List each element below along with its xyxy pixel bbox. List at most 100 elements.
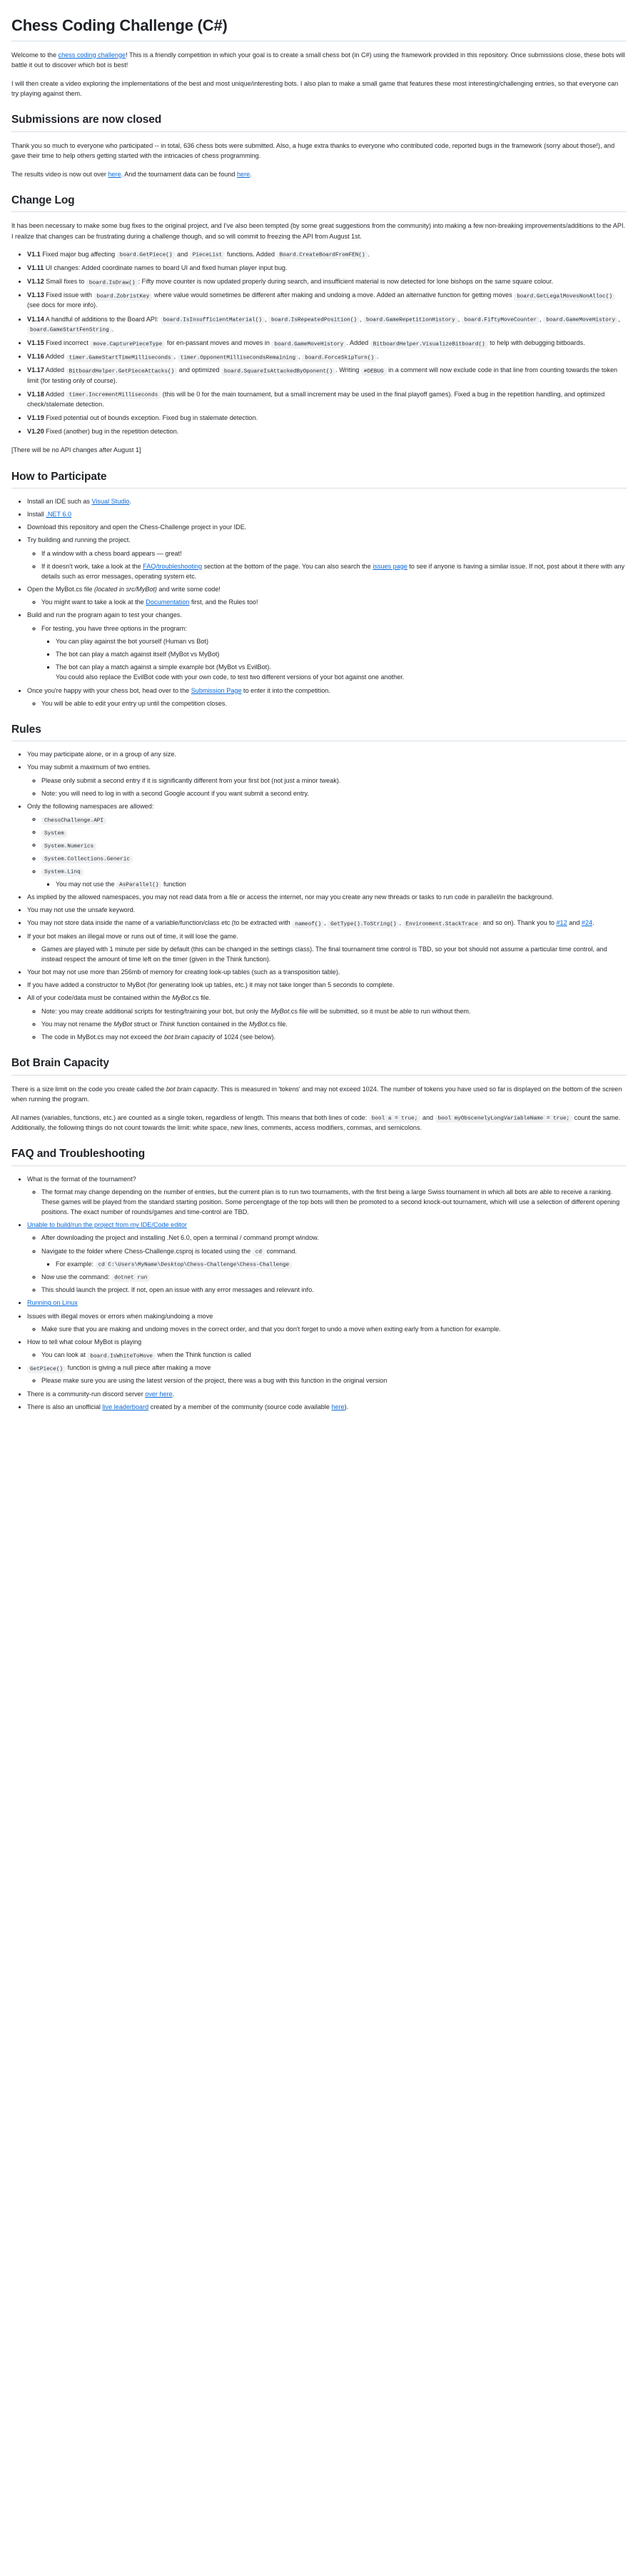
- brain-paragraph-1: There is a size limit on the code you cr…: [11, 1084, 627, 1104]
- inline-link[interactable]: over here: [145, 1390, 172, 1398]
- changelog-footer: [There will be no API changes after Augu…: [11, 446, 141, 454]
- inline-text: There is also an unofficial: [27, 1403, 103, 1410]
- inline-text: You may participate alone, or in a group…: [27, 751, 176, 758]
- list-item: V1.12 Small fixes to board.IsDraw(): Fif…: [27, 276, 627, 287]
- inline-text: created by a member of the community (so…: [148, 1403, 332, 1410]
- list-item: The code in MyBot.cs may not exceed the …: [41, 1032, 627, 1042]
- inline-code: board.IsWhiteToMove: [87, 1352, 156, 1360]
- inline-text: Added: [44, 366, 66, 374]
- inline-code: board.FiftyMoveCounter: [461, 316, 540, 325]
- inline-link[interactable]: #12: [557, 919, 567, 926]
- inline-text: Once you're happy with your chess bot, h…: [27, 686, 191, 694]
- list-item: Note: you may create additional scripts …: [41, 1006, 627, 1016]
- list-item: Navigate to the folder where Chess-Chall…: [41, 1246, 627, 1270]
- inline-text: Note: you will need to log in with a sec…: [41, 789, 309, 797]
- inline-code: move.CapturePieceType: [90, 340, 166, 349]
- inline-text: You may submit a maximum of two entries.: [27, 763, 151, 771]
- page-title: Chess Coding Challenge (C#): [11, 16, 627, 41]
- changelog-intro: It has been necessary to make some bug f…: [11, 222, 626, 240]
- inline-text: Build and run the program again to test …: [27, 611, 182, 619]
- inline-text: .: [111, 325, 114, 333]
- inline-text: ).: [344, 1403, 349, 1410]
- inline-text: Please only submit a second entry if it …: [41, 776, 341, 784]
- inline-code: bool a = true;: [368, 1115, 421, 1123]
- inline-text: .cs file.: [267, 1020, 288, 1028]
- list-item: You might want to take a look at the Doc…: [41, 597, 627, 607]
- inline-text: UI changes: Added coordinate names to bo…: [44, 264, 288, 271]
- inline-code: board.GameRepetitionHistory: [363, 316, 458, 325]
- inline-text: .: [172, 1390, 175, 1398]
- list-item: You may participate alone, or in a group…: [27, 749, 627, 759]
- inline-emphasis: MyBot: [270, 1007, 290, 1015]
- list-item: If your bot makes an illegal move or run…: [27, 931, 627, 965]
- chess-coding-challenge-link[interactable]: chess coding challenge: [59, 51, 126, 59]
- inline-link[interactable]: Unable to build/run the project from my …: [27, 1221, 187, 1228]
- inline-text: If you have added a constructor to MyBot…: [27, 981, 395, 989]
- list-item: System.Collections.Generic: [41, 853, 627, 864]
- inline-text: You may not store data inside the name o…: [27, 919, 293, 927]
- inline-emphasis: Think: [158, 1020, 176, 1028]
- brain-capacity-emphasis: bot brain capacity: [166, 1085, 218, 1093]
- inline-text: Issues with illegal moves or errors when…: [27, 1312, 213, 1320]
- section-heading-faq: FAQ and Troubleshooting: [11, 1147, 627, 1166]
- nested-list: ChessChallenge.API System System.Numerics S…: [27, 814, 627, 890]
- inline-text: of 1024 (see below).: [215, 1033, 276, 1041]
- inline-text: Navigate to the folder where Chess-Chall…: [41, 1247, 253, 1255]
- list-item: V1.1 Fixed major bug affecting board.Get…: [27, 249, 627, 260]
- inline-link[interactable]: Documentation: [146, 598, 189, 606]
- inline-text: This should launch the project. If not, …: [41, 1286, 314, 1294]
- inline-text: Try building and running the project.: [27, 536, 131, 544]
- list-item: V1.15 Fixed incorrect move.CapturePieceT…: [27, 338, 627, 349]
- list-item: Build and run the program again to test …: [27, 610, 627, 682]
- inline-code: timer.GameStartTimeMilliseconds: [66, 354, 174, 362]
- section-heading-submissions: Submissions are now closed: [11, 113, 627, 132]
- inline-text: function: [161, 880, 186, 888]
- list-item: You may submit a maximum of two entries.…: [27, 762, 627, 798]
- inline-text: function contained in the: [175, 1020, 249, 1028]
- list-item: For example: cd C:\Users\MyName\Desktop\…: [56, 1259, 627, 1270]
- nested-list: You will be able to edit your entry up u…: [27, 698, 627, 708]
- list-item: Try building and running the project. If …: [27, 535, 627, 581]
- list-item: You may not use the unsafe keyword.: [27, 905, 627, 915]
- inline-link[interactable]: FAQ/troubleshooting: [143, 563, 202, 570]
- list-item: You may not rename the MyBot struct or T…: [41, 1019, 627, 1029]
- inline-text: If a window with a chess board appears —…: [41, 549, 182, 557]
- inline-text: ,: [173, 353, 178, 361]
- inline-code: dotnet run: [111, 1274, 151, 1283]
- inline-text: You may not use the: [56, 880, 117, 888]
- inline-link[interactable]: .NET 6.0: [46, 511, 71, 518]
- inline-text: All of your code/data must be contained …: [27, 994, 173, 1002]
- inline-text: first, and the Rules too!: [189, 598, 258, 606]
- inline-code: board.ForceSkipTurn(): [302, 354, 378, 362]
- inline-link[interactable]: #24: [582, 919, 592, 926]
- inline-link[interactable]: here: [331, 1403, 344, 1410]
- changelog-version: V1.14: [27, 315, 44, 323]
- inline-text: The bot can play a match against a simpl…: [56, 663, 405, 681]
- inline-link[interactable]: Submission Page: [191, 687, 242, 694]
- tournament-data-link[interactable]: here: [237, 171, 250, 178]
- list-item: You can play against the bot yourself (H…: [56, 636, 627, 646]
- inline-text: . Writing: [335, 366, 361, 374]
- inline-text: Fixed major bug affecting: [40, 250, 117, 258]
- inline-text: ,: [457, 315, 462, 323]
- inline-link[interactable]: Running on Linux: [27, 1299, 78, 1306]
- inline-link[interactable]: issues page: [373, 563, 407, 570]
- intro-paragraph-1: Welcome to the chess coding challenge! T…: [11, 50, 627, 70]
- nested-list: For example: cd C:\Users\MyName\Desktop\…: [41, 1259, 627, 1270]
- inline-emphasis: bot brain capacity: [163, 1033, 216, 1041]
- inline-text: .: [368, 250, 370, 258]
- list-item: V1.16 Added timer.GameStartTimeMilliseco…: [27, 351, 627, 362]
- inline-link[interactable]: live leaderboard: [102, 1403, 148, 1410]
- inline-link[interactable]: Visual Studio: [91, 498, 129, 505]
- list-item: All of your code/data must be contained …: [27, 993, 627, 1042]
- inline-text: to help with debugging bitboards.: [487, 339, 585, 346]
- inline-code: BitboardHelper.GetPieceAttacks(): [66, 367, 178, 376]
- faq-list: What is the format of the tournament? The…: [11, 1174, 627, 1412]
- inline-code: board.GetPiece(): [116, 251, 176, 260]
- inline-text: For example:: [56, 1260, 96, 1268]
- list-item: There is a community-run discord server …: [27, 1389, 627, 1399]
- inline-text: For testing, you have three options in t…: [41, 624, 187, 632]
- changelog-version: V1.19: [27, 414, 44, 422]
- results-video-link[interactable]: here: [108, 171, 121, 178]
- inline-text: A handful of additions to the Board API:: [44, 315, 161, 323]
